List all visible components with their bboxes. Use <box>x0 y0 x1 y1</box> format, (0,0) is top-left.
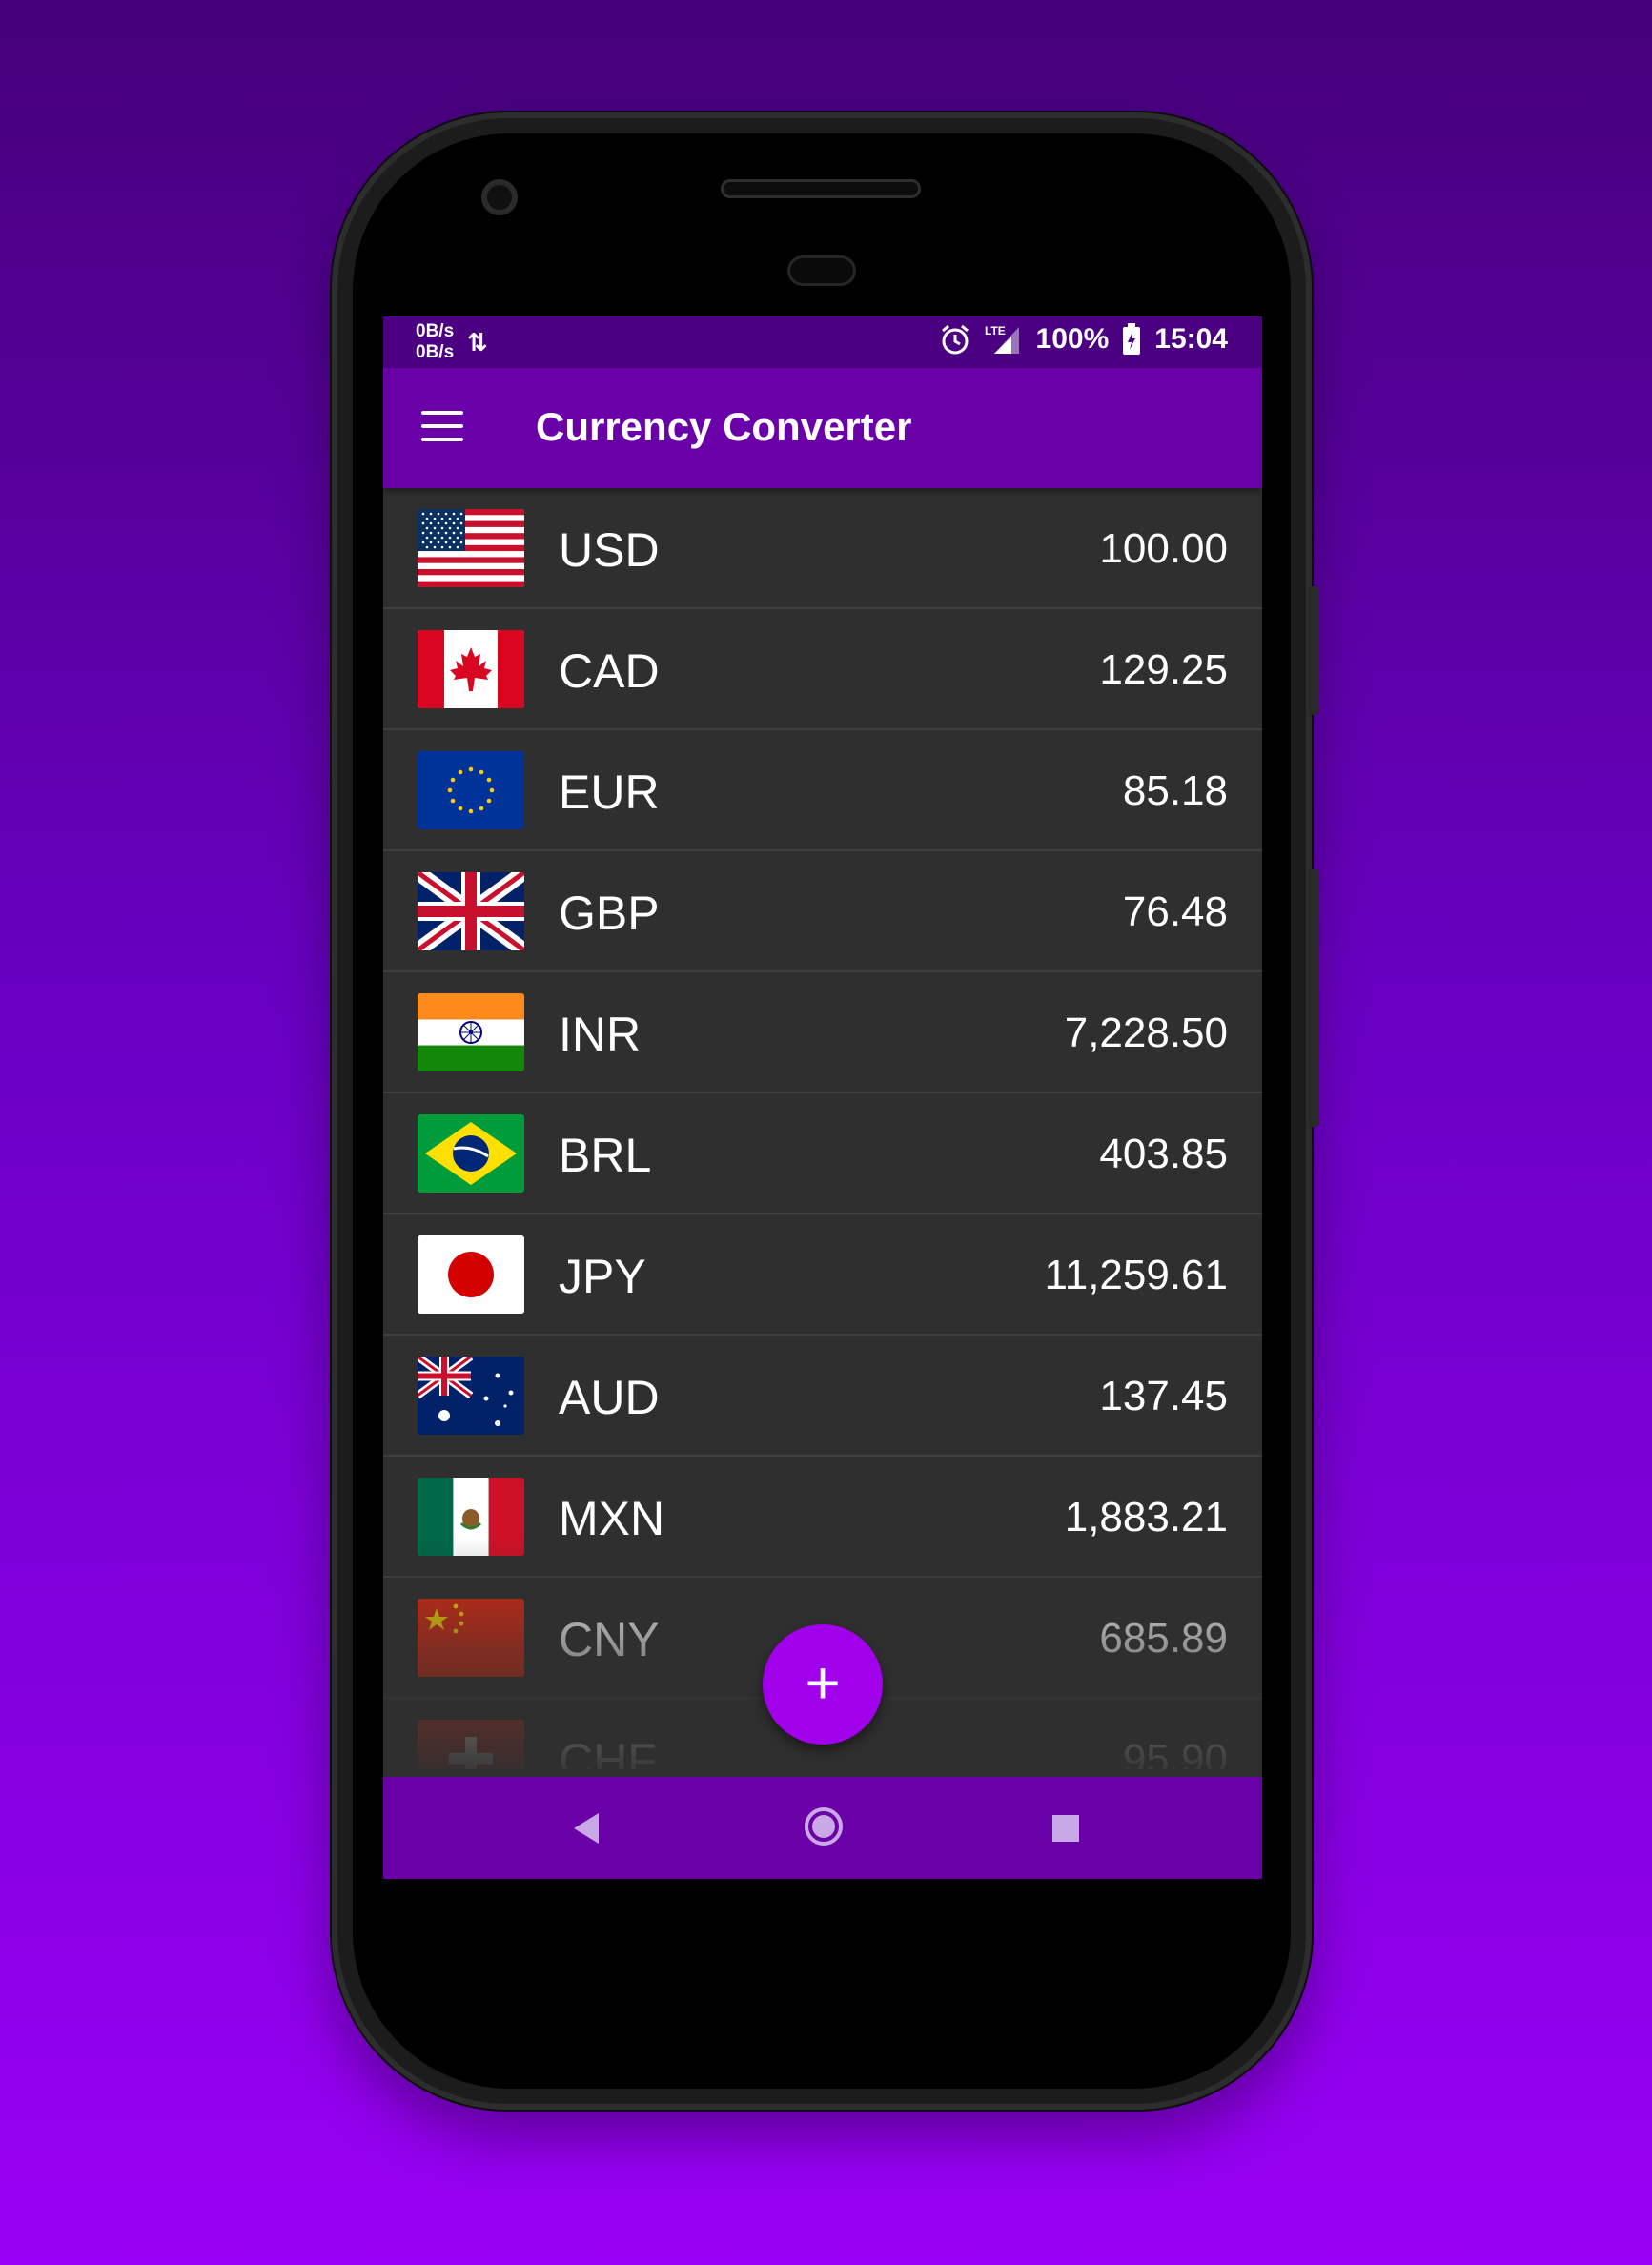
hamburger-menu-icon[interactable] <box>421 411 463 443</box>
currency-value[interactable]: 129.25 <box>1099 646 1228 694</box>
app-bar: Currency Converter <box>383 368 1262 488</box>
app-screen: 0B/s 0B/s ⇅ LTE 100% 15:04 Currency Conv… <box>383 316 1262 1879</box>
currency-list[interactable]: USD 100.00 CAD 129.25 EUR 85.18 GBP 76.4… <box>383 488 1262 1769</box>
battery-charging-icon <box>1122 323 1141 356</box>
power-button <box>1308 869 1319 1127</box>
currency-row-brl[interactable]: BRL 403.85 <box>383 1093 1262 1214</box>
proximity-sensor <box>787 255 856 286</box>
brazil-flag-icon <box>418 1114 524 1193</box>
currency-row-gbp[interactable]: GBP 76.48 <box>383 851 1262 972</box>
currency-value[interactable]: 403.85 <box>1099 1131 1228 1178</box>
currency-value[interactable]: 100.00 <box>1099 525 1228 573</box>
currency-code: INR <box>559 1008 642 1061</box>
currency-code: CNY <box>559 1613 660 1666</box>
currency-value[interactable]: 137.45 <box>1099 1373 1228 1420</box>
back-icon[interactable] <box>566 1806 604 1856</box>
currency-value[interactable]: 85.18 <box>1123 767 1228 815</box>
currency-code: USD <box>559 523 660 577</box>
front-camera <box>481 179 518 215</box>
currency-code: EUR <box>559 765 660 819</box>
currency-code: MXN <box>559 1492 665 1545</box>
page-title: Currency Converter <box>536 404 912 449</box>
status-icons: LTE 100% 15:04 <box>939 323 1228 356</box>
home-icon[interactable] <box>799 1802 848 1856</box>
currency-value[interactable]: 76.48 <box>1123 888 1228 936</box>
currency-value[interactable]: 11,259.61 <box>1045 1252 1228 1299</box>
svg-text:LTE: LTE <box>985 324 1006 337</box>
alarm-icon <box>939 323 971 356</box>
data-transfer-icon: ⇅ <box>467 328 488 357</box>
add-currency-button[interactable]: + <box>763 1624 883 1745</box>
currency-row-eur[interactable]: EUR 85.18 <box>383 730 1262 851</box>
currency-value[interactable]: 1,883.21 <box>1065 1494 1228 1541</box>
currency-value[interactable]: 685.89 <box>1099 1615 1228 1663</box>
currency-code: AUD <box>559 1371 660 1424</box>
currency-value[interactable]: 95.90 <box>1123 1736 1228 1769</box>
status-bar: 0B/s 0B/s ⇅ LTE 100% 15:04 <box>383 316 1262 368</box>
currency-row-aud[interactable]: AUD 137.45 <box>383 1336 1262 1457</box>
volume-button <box>1308 586 1319 715</box>
currency-row-mxn[interactable]: MXN 1,883.21 <box>383 1457 1262 1578</box>
currency-code: JPY <box>559 1250 646 1303</box>
currency-code: CAD <box>559 644 660 698</box>
upload-speed: 0B/s <box>416 321 455 341</box>
canada-flag-icon <box>418 630 524 708</box>
currency-row-inr[interactable]: INR 7,228.50 <box>383 972 1262 1093</box>
currency-row-usd[interactable]: USD 100.00 <box>383 488 1262 609</box>
lte-signal-icon: LTE <box>985 323 1023 356</box>
recents-icon[interactable] <box>1047 1809 1085 1852</box>
battery-percent: 100% <box>1035 323 1110 355</box>
currency-code: BRL <box>559 1129 652 1182</box>
india-flag-icon <box>418 993 524 1071</box>
earpiece-speaker <box>721 179 921 198</box>
switzerland-flag-icon <box>418 1720 524 1769</box>
japan-flag-icon <box>418 1235 524 1314</box>
currency-row-jpy[interactable]: JPY 11,259.61 <box>383 1214 1262 1336</box>
us-flag-icon <box>418 509 524 587</box>
mexico-flag-icon <box>418 1478 524 1556</box>
clock: 15:04 <box>1154 323 1228 355</box>
uk-flag-icon <box>418 872 524 950</box>
currency-row-cad[interactable]: CAD 129.25 <box>383 609 1262 730</box>
currency-code: CHF <box>559 1734 657 1769</box>
australia-flag-icon <box>418 1357 524 1435</box>
china-flag-icon <box>418 1599 524 1677</box>
download-speed: 0B/s <box>416 342 455 362</box>
network-speed: 0B/s 0B/s <box>416 321 454 363</box>
currency-value[interactable]: 7,228.50 <box>1065 1010 1228 1057</box>
currency-code: GBP <box>559 887 660 940</box>
navigation-bar <box>383 1777 1262 1879</box>
eu-flag-icon <box>418 751 524 829</box>
add-icon: + <box>805 1648 841 1717</box>
